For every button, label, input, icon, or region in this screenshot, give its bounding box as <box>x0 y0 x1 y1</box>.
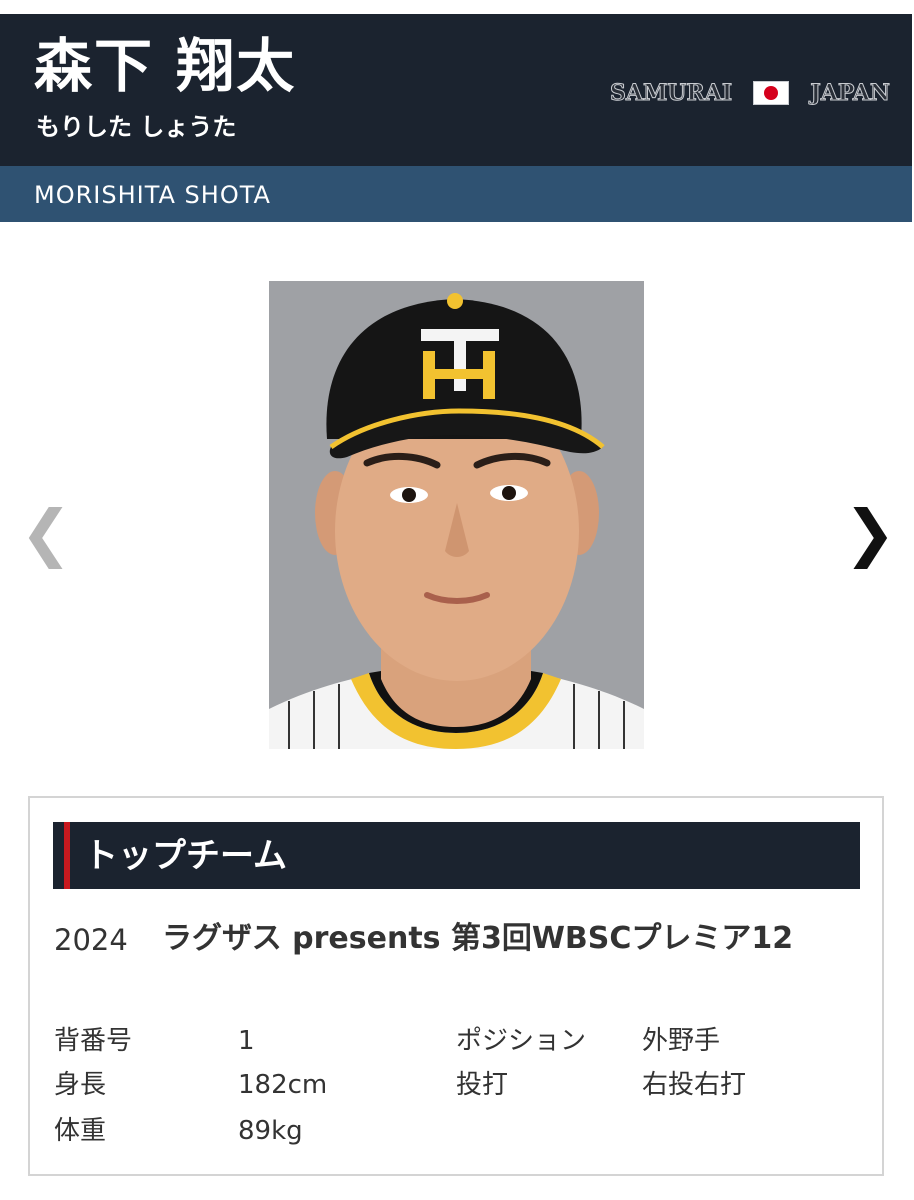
weight-value: 89kg <box>238 1116 303 1146</box>
tournament-year: 2024 <box>54 923 128 957</box>
top-strip <box>0 0 914 14</box>
tournament-name: ラグザス presents 第3回WBSCプレミア12 <box>162 921 794 956</box>
uniform-number-label: 背番号 <box>54 1026 133 1056</box>
japan-flag-icon <box>753 81 790 105</box>
bats-throws-value: 右投右打 <box>642 1070 747 1100</box>
weight-label: 体重 <box>54 1116 107 1146</box>
position-value: 外野手 <box>642 1026 721 1056</box>
position-label: ポジション <box>456 1026 587 1056</box>
height-label: 身長 <box>54 1070 107 1100</box>
height-value: 182cm <box>238 1070 328 1100</box>
next-player-arrow-icon[interactable]: ❯ <box>844 498 896 568</box>
brand-word-samurai: SAMURAI <box>609 80 733 107</box>
bats-throws-label: 投打 <box>456 1070 509 1100</box>
brand-word-japan: JAPAN <box>810 80 891 107</box>
previous-player-arrow-icon[interactable]: ❮ <box>20 498 72 568</box>
samurai-japan-logo: SAMURAI JAPAN <box>609 78 891 108</box>
uniform-number-value: 1 <box>238 1026 255 1056</box>
player-photo <box>269 281 644 749</box>
player-name-romaji: MORISHITA SHOTA <box>34 181 271 209</box>
team-section-accent <box>64 822 70 889</box>
team-section-title: トップチーム <box>84 836 287 876</box>
player-name-kana: もりした しょうた <box>36 113 237 141</box>
player-name: 森下 翔太 <box>34 32 297 100</box>
